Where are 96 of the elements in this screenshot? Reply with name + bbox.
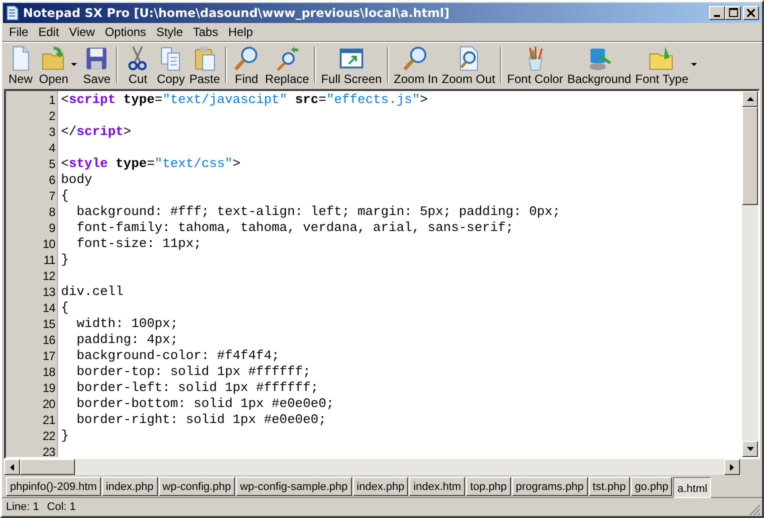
code-line: { — [61, 188, 69, 203]
resize-grip-icon — [749, 504, 761, 516]
code-line: } — [61, 252, 69, 267]
line-number: 11 — [42, 252, 56, 268]
background-button[interactable]: Background — [565, 44, 634, 86]
menu-item[interactable]: Tabs — [188, 25, 224, 39]
file-tab[interactable]: a.html — [673, 477, 712, 498]
file-tab[interactable]: wp-config-sample.php — [236, 477, 352, 496]
menu-item[interactable]: Edit — [33, 25, 64, 39]
code-line: } — [61, 428, 69, 443]
menu-item[interactable]: Help — [223, 25, 258, 39]
line-indicator: Line: 1 — [6, 501, 40, 513]
line-number: 19 — [42, 380, 56, 396]
scroll-left-button[interactable] — [4, 459, 20, 475]
line-number: 15 — [42, 316, 56, 332]
code-line: font-size: 11px; — [76, 236, 202, 251]
dropdown-arrow-icon[interactable] — [71, 63, 78, 67]
file-tab[interactable]: index.php — [102, 477, 158, 496]
code-line: border-bottom: solid 1px #e0e0e0; — [76, 396, 334, 411]
code-line: <style type="text/css"> — [61, 156, 240, 171]
code-line: border-top: solid 1px #ffffff; — [76, 364, 311, 379]
line-number: 18 — [42, 364, 56, 380]
menu-item[interactable]: File — [4, 25, 34, 39]
line-number: 13 — [42, 284, 56, 300]
code-line: div.cell — [61, 284, 124, 299]
menu-item[interactable]: Style — [151, 25, 188, 39]
scroll-down-button[interactable] — [742, 441, 758, 457]
fontcolor-button[interactable]: Font Color — [505, 44, 566, 86]
line-number: 12 — [42, 268, 56, 284]
line-number: 21 — [42, 412, 56, 428]
column-indicator: Col: 1 — [47, 501, 76, 513]
paste-button[interactable]: Paste — [187, 44, 222, 86]
right-arrow-icon — [730, 464, 734, 470]
file-tab[interactable]: go.php — [630, 477, 672, 496]
file-tab[interactable]: tst.php — [588, 477, 630, 496]
save-button[interactable]: Save — [80, 44, 114, 86]
code-line: <script type="text/javascipt" src="effects.js"> — [61, 92, 428, 107]
code-line: border-right: solid 1px #e0e0e0; — [76, 412, 326, 427]
code-line: font-family: tahoma, tahoma, verdana, arial, sans-serif; — [76, 220, 514, 235]
menu-item[interactable]: View — [64, 25, 100, 39]
line-number: 14 — [42, 300, 56, 316]
close-button[interactable] — [743, 6, 759, 20]
line-number: 22 — [42, 428, 56, 444]
line-number: 3 — [48, 124, 56, 140]
menu-item[interactable]: Options — [100, 25, 152, 39]
line-number: 4 — [48, 140, 56, 156]
new-button[interactable]: New — [4, 44, 37, 86]
app-icon — [5, 5, 19, 21]
fullscreen-button[interactable]: Full Screen — [319, 44, 384, 86]
line-number: 8 — [48, 204, 56, 220]
file-tab[interactable]: wp-config.php — [158, 477, 236, 496]
minimize-button[interactable] — [709, 6, 725, 20]
scroll-right-button[interactable] — [724, 459, 740, 475]
line-number: 23 — [42, 444, 56, 460]
open-button[interactable]: Open — [37, 44, 70, 86]
scroll-thumb[interactable] — [742, 107, 758, 205]
close-icon — [747, 9, 755, 17]
fonttype-button[interactable]: Font Type — [633, 44, 690, 86]
code-line: background: #fff; text-align: left; margin: 5px; padding: 0px; — [76, 204, 560, 219]
code-line: { — [61, 300, 69, 315]
zoomout-button[interactable]: Zoom Out — [440, 44, 498, 86]
line-number: 20 — [42, 396, 56, 412]
code-line: border-left: solid 1px #ffffff; — [76, 380, 318, 395]
line-number: 16 — [42, 332, 56, 348]
file-tab[interactable]: top.php — [466, 477, 511, 496]
left-arrow-icon — [10, 464, 14, 470]
line-number: 9 — [48, 220, 56, 236]
file-tab[interactable]: programs.php — [512, 477, 588, 496]
line-number: 2 — [48, 108, 56, 124]
copy-button[interactable]: Copy — [154, 44, 188, 86]
code-line: </script> — [61, 124, 132, 139]
down-arrow-icon — [746, 447, 754, 451]
maximize-icon — [728, 8, 738, 17]
maximize-button[interactable] — [725, 6, 741, 20]
line-number: 7 — [48, 188, 56, 204]
up-arrow-icon — [746, 97, 754, 101]
line-number: 6 — [48, 172, 56, 188]
find-button[interactable]: Find — [230, 44, 264, 86]
zoomin-button[interactable]: Zoom In — [392, 44, 440, 86]
window-title: Notepad SX Pro [U:\home\dasound\www_previous\local\a.html] — [23, 6, 450, 20]
code-line: background-color: #f4f4f4; — [76, 348, 280, 363]
scroll-thumb[interactable] — [20, 459, 75, 475]
code-line: body — [61, 172, 92, 187]
line-number: 5 — [48, 156, 56, 172]
file-tab[interactable]: index.php — [352, 477, 408, 496]
cut-button[interactable]: Cut — [121, 44, 154, 86]
replace-button[interactable]: Replace — [263, 44, 312, 86]
code-line: width: 100px; — [76, 316, 178, 331]
file-tab[interactable]: phpinfo()-209.htm — [6, 477, 101, 496]
line-number: 1 — [48, 92, 56, 108]
file-tab[interactable]: index.htm — [409, 477, 466, 496]
line-number: 10 — [42, 236, 56, 252]
code-line: padding: 4px; — [76, 332, 178, 347]
dropdown-arrow-icon[interactable] — [691, 63, 698, 67]
line-number: 17 — [42, 348, 56, 364]
scroll-up-button[interactable] — [742, 91, 758, 107]
